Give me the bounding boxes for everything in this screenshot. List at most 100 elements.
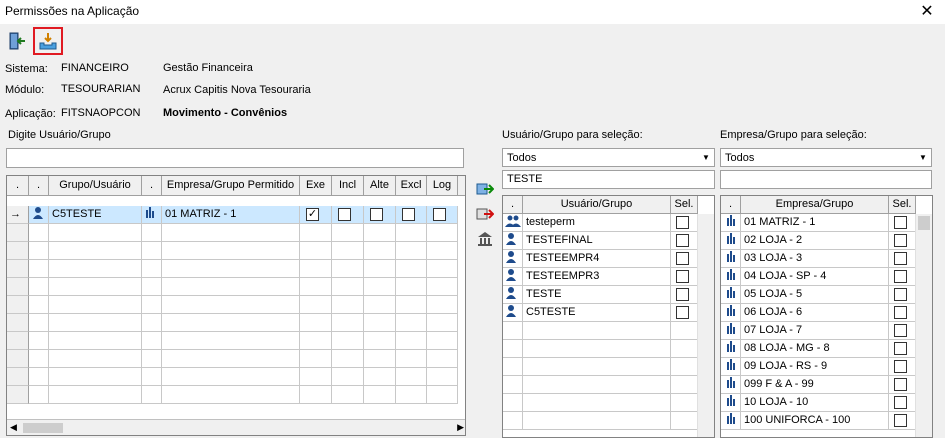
log-checkbox[interactable]	[433, 208, 446, 221]
empresa-row-name[interactable]: 03 LOJA - 3	[741, 250, 889, 268]
empresa-row-name[interactable]: 01 MATRIZ - 1	[741, 214, 889, 232]
user-row-name[interactable]	[523, 322, 671, 340]
empty-cell	[29, 314, 49, 332]
user-type-combo[interactable]: Todos ▼	[502, 148, 715, 167]
user-row-sel	[671, 268, 698, 286]
user-select-grid: . Usuário/Grupo Sel. testeperm TESTEFINAL…	[502, 195, 715, 438]
empresa-select-checkbox[interactable]	[894, 216, 907, 229]
empresa-select-checkbox[interactable]	[894, 270, 907, 283]
empty-cell	[162, 278, 300, 296]
user-select-checkbox[interactable]	[676, 306, 689, 319]
empresa-row-name[interactable]: 10 LOJA - 10	[741, 394, 889, 412]
empresa-row-name[interactable]: 09 LOJA - RS - 9	[741, 358, 889, 376]
user-row-name[interactable]	[523, 376, 671, 394]
scroll-left-icon[interactable]: ◀	[10, 422, 17, 433]
building-icon	[727, 359, 735, 370]
user-row-name[interactable]: TESTEEMPR3	[523, 268, 671, 286]
empty-cell	[300, 332, 332, 350]
permissions-grid: . . Grupo/Usuário . Empresa/Grupo Permit…	[6, 175, 466, 436]
empty-cell	[162, 386, 300, 404]
excl-checkbox[interactable]	[402, 208, 415, 221]
scroll-right-icon[interactable]: ▶	[457, 422, 464, 433]
user-select-checkbox[interactable]	[676, 234, 689, 247]
header-alte[interactable]: Alte	[364, 176, 396, 196]
close-button[interactable]: ✕	[917, 1, 937, 21]
user-row-name[interactable]	[523, 394, 671, 412]
header-grupo-usuario[interactable]: Grupo/Usuário	[49, 176, 142, 196]
row-incl-cell	[332, 206, 364, 224]
exit-button[interactable]	[5, 29, 31, 53]
user-row-type	[503, 394, 523, 412]
empresa-row-name[interactable]: 099 F & A - 99	[741, 376, 889, 394]
user-row-name[interactable]	[523, 412, 671, 430]
empresa-select-checkbox[interactable]	[894, 342, 907, 355]
empresa-select-checkbox[interactable]	[894, 234, 907, 247]
user-select-checkbox[interactable]	[676, 270, 689, 283]
empresa-select-checkbox[interactable]	[894, 306, 907, 319]
empresa-row-name[interactable]: 04 LOJA - SP - 4	[741, 268, 889, 286]
empresa-header-sel[interactable]: Sel.	[889, 196, 916, 214]
alte-checkbox[interactable]	[370, 208, 383, 221]
empresa-select-checkbox[interactable]	[894, 324, 907, 337]
save-button[interactable]	[33, 27, 63, 55]
empresa-select-checkbox[interactable]	[894, 414, 907, 427]
remove-permission-button[interactable]	[474, 203, 496, 225]
empresa-filter-input[interactable]	[720, 170, 932, 189]
empresa-row-name[interactable]: 02 LOJA - 2	[741, 232, 889, 250]
user-select-checkbox[interactable]	[676, 288, 689, 301]
user-vertical-scrollbar[interactable]	[697, 214, 714, 437]
user-select-checkbox[interactable]	[676, 252, 689, 265]
row-user[interactable]: C5TESTE	[49, 206, 142, 224]
empresa-row-name[interactable]: 05 LOJA - 5	[741, 286, 889, 304]
user-search-input[interactable]	[6, 148, 464, 168]
empresa-row-name[interactable]: 100 UNIFORCA - 100	[741, 412, 889, 430]
empresa-vertical-scrollbar[interactable]	[915, 214, 932, 437]
empresa-select-checkbox[interactable]	[894, 288, 907, 301]
company-button[interactable]	[474, 228, 496, 250]
empresa-scroll-thumb[interactable]	[918, 216, 930, 230]
incl-checkbox[interactable]	[338, 208, 351, 221]
add-permission-button[interactable]	[474, 178, 496, 200]
empresa-select-checkbox[interactable]	[894, 396, 907, 409]
row-empresa[interactable]: 01 MATRIZ - 1	[162, 206, 300, 224]
header-excl[interactable]: Excl	[396, 176, 427, 196]
user-header-name[interactable]: Usuário/Grupo	[523, 196, 671, 214]
user-row-name[interactable]: TESTEFINAL	[523, 232, 671, 250]
empty-cell	[364, 260, 396, 278]
empresa-row-name[interactable]: 06 LOJA - 6	[741, 304, 889, 322]
empresa-header-name[interactable]: Empresa/Grupo	[741, 196, 889, 214]
user-filter-input[interactable]: TESTE	[502, 170, 715, 189]
user-row-name[interactable]: TESTE	[523, 286, 671, 304]
user-select-checkbox[interactable]	[676, 216, 689, 229]
header-exe[interactable]: Exe	[300, 176, 332, 196]
header-indicator: .	[7, 176, 29, 196]
scroll-thumb[interactable]	[23, 423, 63, 433]
empty-cell	[427, 386, 458, 404]
empresa-type-value: Todos	[725, 152, 755, 164]
user-row-name[interactable]: TESTEEMPR4	[523, 250, 671, 268]
empresa-row-type	[721, 268, 741, 286]
user-row-name[interactable]	[523, 340, 671, 358]
empty-cell	[49, 368, 142, 386]
header-incl[interactable]: Incl	[332, 176, 364, 196]
chevron-down-icon[interactable]: ▼	[915, 149, 931, 166]
user-header-sel[interactable]: Sel.	[671, 196, 698, 214]
empresa-row-type	[721, 394, 741, 412]
user-row-name[interactable]	[523, 358, 671, 376]
empresa-row-sel	[889, 250, 916, 268]
empresa-select-checkbox[interactable]	[894, 252, 907, 265]
exe-checkbox[interactable]: ✓	[306, 208, 319, 221]
empresa-row-name[interactable]: 08 LOJA - MG - 8	[741, 340, 889, 358]
empty-cell	[7, 260, 29, 278]
empresa-type-combo[interactable]: Todos ▼	[720, 148, 932, 167]
empresa-select-checkbox[interactable]	[894, 378, 907, 391]
user-row-name[interactable]: testeperm	[523, 214, 671, 232]
horizontal-scrollbar[interactable]: ◀ ▶	[7, 419, 465, 435]
empresa-row-name[interactable]: 07 LOJA - 7	[741, 322, 889, 340]
empresa-select-checkbox[interactable]	[894, 360, 907, 373]
header-empresa[interactable]: Empresa/Grupo Permitido	[162, 176, 300, 196]
chevron-down-icon[interactable]: ▼	[698, 149, 714, 166]
header-log[interactable]: Log	[427, 176, 458, 196]
empty-cell	[427, 368, 458, 386]
user-row-name[interactable]: C5TESTE	[523, 304, 671, 322]
